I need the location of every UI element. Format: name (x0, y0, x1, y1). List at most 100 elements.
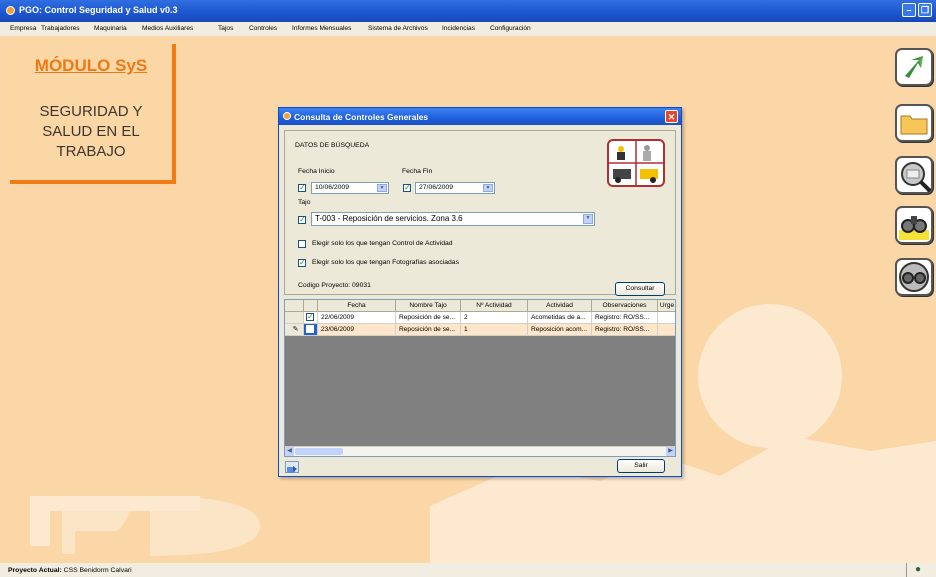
control-actividad-checkbox[interactable] (298, 240, 306, 248)
chevron-down-icon[interactable]: ▼ (377, 184, 387, 192)
menu-configuracion[interactable]: Configuración (490, 25, 531, 32)
scroll-left-icon[interactable]: ◀ (285, 447, 294, 456)
side-button-arrow[interactable] (895, 48, 933, 86)
status-bar: Proyecto Actual: CSS Benidorm Calvari ● (0, 563, 936, 577)
side-button-binoculars[interactable] (895, 206, 933, 244)
minimize-button[interactable]: – (902, 3, 916, 17)
side-button-search[interactable] (895, 156, 933, 194)
grid-header-check (304, 300, 318, 311)
dialog-icon (283, 112, 291, 120)
tajo-label: Tajo (298, 199, 311, 206)
consultar-button[interactable]: Consultar (615, 282, 665, 296)
tajo-select[interactable]: T-003 - Reposición de servicios. Zona 3.… (311, 212, 595, 226)
horizontal-scrollbar[interactable]: ◀ ▶ (285, 446, 675, 456)
cell-n-actividad: 2 (461, 312, 528, 323)
module-panel: MÓDULO SyS SEGURIDAD Y SALUD EN EL TRABA… (10, 44, 176, 184)
search-panel: DATOS DE BÚSQUEDA Fecha Inicio ✓ 10/06/2… (284, 130, 676, 296)
scroll-right-icon[interactable]: ▶ (666, 447, 675, 456)
col-observaciones[interactable]: Observaciones (592, 300, 658, 311)
folder-icon (900, 115, 928, 135)
workers-icon (609, 141, 663, 185)
grid-header-indicator (285, 300, 304, 311)
current-project-label: Proyecto Actual: (8, 567, 62, 574)
control-actividad-label: Elegir solo los que tengan Control de Ac… (312, 240, 453, 247)
row-checkbox[interactable]: ✓ (304, 312, 318, 323)
menu-incidencias[interactable]: Incidencias (442, 25, 475, 32)
fecha-fin-label: Fecha Fin (402, 168, 433, 175)
fecha-inicio-value: 10/06/2009 (315, 184, 350, 191)
chevron-down-icon[interactable]: ▼ (483, 184, 493, 192)
fotografias-checkbox[interactable]: ✓ (298, 259, 306, 267)
export-button[interactable] (285, 461, 299, 473)
col-urgente[interactable]: Urge (658, 300, 675, 311)
export-icon (287, 466, 297, 473)
menu-sistema-archivos[interactable]: Sistema de Archivos (368, 25, 428, 32)
side-button-binoculars-gray[interactable] (895, 258, 933, 296)
fecha-fin-value: 27/06/2009 (419, 184, 454, 191)
menu-controles[interactable]: Controles (249, 25, 277, 32)
dialog-title: Consulta de Controles Generales (294, 112, 429, 122)
menu-bar: Empresa Trabajadores Maquinaria Medios A… (0, 22, 936, 36)
cell-fecha: 22/06/2009 (318, 312, 396, 323)
menu-empresa[interactable]: Empresa (10, 25, 36, 32)
grid-header: Fecha Nombre Tajo Nº Actividad Actividad… (285, 300, 675, 312)
col-actividad[interactable]: Actividad (528, 300, 592, 311)
consulta-dialog: Consulta de Controles Generales ✕ DATOS … (278, 107, 682, 477)
app-titlebar: PGO: Control Seguridad y Salud v0.3 – ❐ (0, 0, 936, 22)
menu-trabajadores[interactable]: Trabajadores (41, 25, 80, 32)
side-button-folder[interactable] (895, 104, 933, 142)
row-indicator (285, 312, 304, 323)
cell-urgente (658, 312, 675, 323)
dialog-close-button[interactable]: ✕ (665, 110, 678, 123)
salir-button[interactable]: Salir (617, 459, 665, 473)
module-description: SEGURIDAD Y SALUD EN EL TRABAJO (10, 102, 172, 162)
row-checkbox[interactable] (304, 324, 318, 335)
cell-actividad: Acometidas de a... (528, 312, 592, 323)
user-status-icon: ● (915, 564, 922, 575)
module-description-line3: TRABAJO (56, 143, 126, 160)
menu-tajos[interactable]: Tajos (218, 25, 233, 32)
menu-medios-auxiliares[interactable]: Medios Auxiliares (142, 25, 193, 32)
col-nombre-tajo[interactable]: Nombre Tajo (396, 300, 461, 311)
col-n-actividad[interactable]: Nº Actividad (461, 300, 528, 311)
app-icon (6, 6, 15, 15)
fecha-inicio-checkbox[interactable]: ✓ (298, 184, 306, 192)
menu-maquinaria[interactable]: Maquinaria (94, 25, 127, 32)
fecha-fin-picker[interactable]: 27/06/2009 ▼ (415, 182, 495, 194)
scrollbar-thumb[interactable] (295, 448, 343, 455)
fecha-inicio-picker[interactable]: 10/06/2009 ▼ (311, 182, 389, 194)
dialog-titlebar: Consulta de Controles Generales ✕ (279, 108, 681, 125)
results-grid: Fecha Nombre Tajo Nº Actividad Actividad… (284, 299, 676, 457)
current-project: Proyecto Actual: CSS Benidorm Calvari (8, 567, 132, 574)
module-title: MÓDULO SyS (34, 56, 148, 75)
tajo-checkbox[interactable]: ✓ (298, 216, 306, 224)
cell-observaciones: Registro: RO/SS... (592, 324, 658, 335)
cell-fecha: 23/06/2009 (318, 324, 396, 335)
fotografias-label: Elegir solo los que tengan Fotografías a… (312, 259, 459, 266)
fecha-fin-checkbox[interactable]: ✓ (403, 184, 411, 192)
binoculars-icon (899, 216, 929, 240)
cell-n-actividad: 1 (461, 324, 528, 335)
cell-urgente (658, 324, 675, 335)
cell-observaciones: Registro: RO/SS... (592, 312, 658, 323)
arrow-icon (905, 56, 923, 78)
menu-informes-mensuales[interactable]: Informes Mensuales (292, 25, 351, 32)
restore-button[interactable]: ❐ (918, 3, 932, 17)
col-fecha[interactable]: Fecha (318, 300, 396, 311)
pencil-icon: ✎ (285, 324, 304, 335)
fecha-inicio-label: Fecha Inicio (298, 168, 335, 175)
app-title: PGO: Control Seguridad y Salud v0.3 (19, 5, 178, 15)
binoculars-gray-icon (899, 262, 929, 292)
module-description-line2: SALUD EN EL (42, 123, 140, 140)
codigo-proyecto: Codigo Proyecto: 09031 (298, 282, 371, 289)
table-row[interactable]: ✓ 22/06/2009 Reposición de se... 2 Acome… (285, 312, 675, 324)
cell-actividad: Reposición acom... (528, 324, 592, 335)
magnifier-icon (901, 162, 932, 193)
cell-nombre-tajo: Reposición de se... (396, 324, 461, 335)
chevron-down-icon[interactable]: ▼ (583, 214, 593, 224)
status-separator (906, 563, 907, 577)
cell-nombre-tajo: Reposición de se... (396, 312, 461, 323)
section-title: DATOS DE BÚSQUEDA (295, 142, 370, 149)
module-description-line1: SEGURIDAD Y (39, 103, 143, 120)
table-row[interactable]: ✎ 23/06/2009 Reposición de se... 1 Repos… (285, 324, 675, 336)
